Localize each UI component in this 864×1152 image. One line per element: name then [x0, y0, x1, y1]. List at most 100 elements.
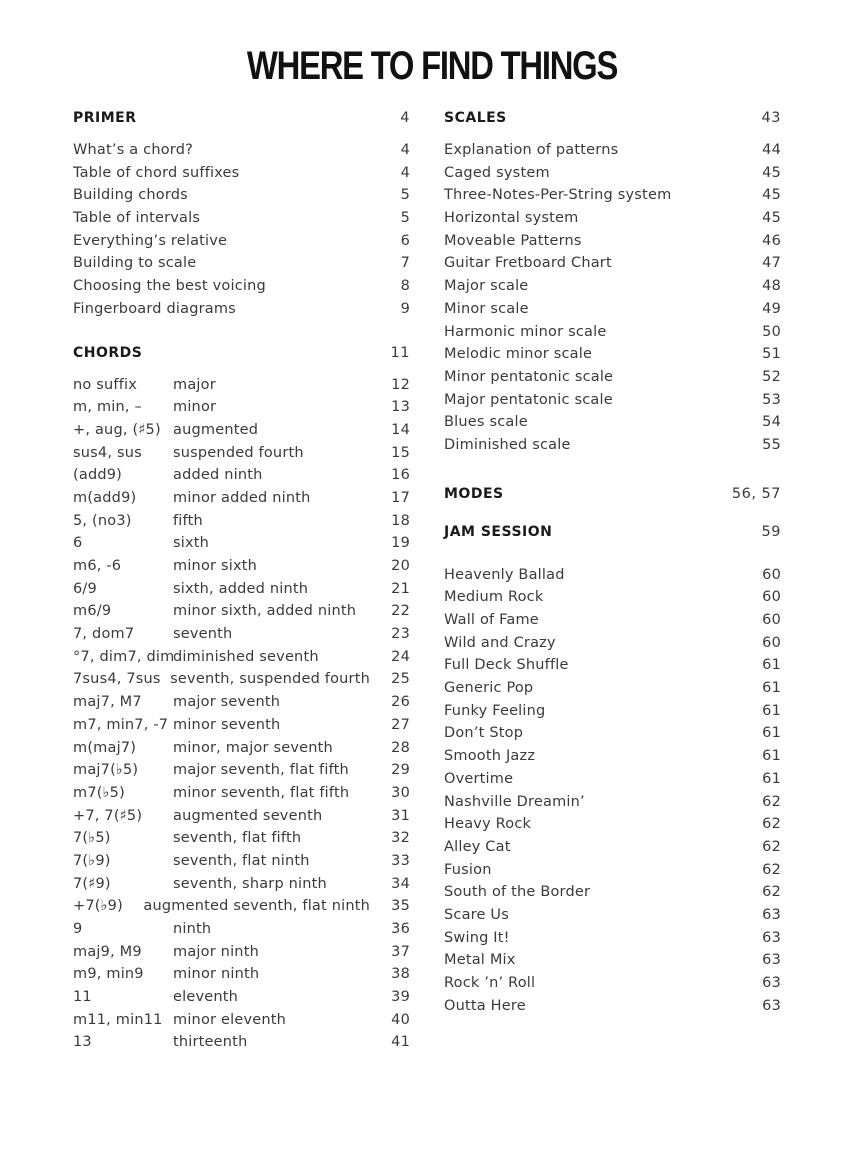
chord-entry[interactable]: 7(♭5) seventh, flat fifth 32 — [73, 827, 410, 850]
toc-entry[interactable]: Minor pentatonic scale 52 — [444, 366, 781, 389]
chord-entry[interactable]: 7, dom7 seventh 23 — [73, 623, 410, 646]
section-heading-modes[interactable]: MODES 56, 57 — [444, 482, 781, 506]
chord-entry[interactable]: 11 eleventh 39 — [73, 986, 410, 1009]
toc-entry[interactable]: South of the Border 62 — [444, 881, 781, 904]
toc-entry[interactable]: Medium Rock 60 — [444, 586, 781, 609]
chord-entry[interactable]: 5, (no3) fifth 18 — [73, 510, 410, 533]
toc-entry[interactable]: Heavy Rock 62 — [444, 813, 781, 836]
chord-entry[interactable]: (add9) added ninth 16 — [73, 464, 410, 487]
toc-entry[interactable]: Melodic minor scale 51 — [444, 343, 781, 366]
chord-entry[interactable]: m9, min9 minor ninth 38 — [73, 963, 410, 986]
chord-entry[interactable]: 13 thirteenth 41 — [73, 1031, 410, 1054]
chord-name: minor ninth — [173, 966, 260, 983]
section-title: SCALES — [444, 110, 507, 126]
toc-entry[interactable]: Choosing the best voicing 8 — [73, 275, 410, 298]
toc-entry[interactable]: Don’t Stop 61 — [444, 722, 781, 745]
chord-entry[interactable]: m(maj7) minor, major seventh 28 — [73, 737, 410, 760]
toc-entry[interactable]: Heavenly Ballad 60 — [444, 564, 781, 587]
chord-entry[interactable]: +, aug, (♯5) augmented 14 — [73, 419, 410, 442]
section-heading-primer[interactable]: PRIMER 4 — [73, 106, 410, 130]
chord-entry[interactable]: m, min, – minor 13 — [73, 396, 410, 419]
toc-entry[interactable]: Three-Notes-Per-String system 45 — [444, 184, 781, 207]
toc-entry[interactable]: Horizontal system 45 — [444, 207, 781, 230]
toc-entry[interactable]: Full Deck Shuffle 61 — [444, 654, 781, 677]
section-heading-chords[interactable]: CHORDS 11 — [73, 341, 410, 365]
chord-entry[interactable]: 6/9 sixth, added ninth 21 — [73, 578, 410, 601]
chord-suffix: 7(♯9) — [73, 875, 111, 892]
toc-entry[interactable]: Guitar Fretboard Chart 47 — [444, 252, 781, 275]
toc-entry[interactable]: Swing It! 63 — [444, 927, 781, 950]
chord-entry[interactable]: m11, min11 minor eleventh 40 — [73, 1009, 410, 1032]
chord-entry[interactable]: +7, 7(♯5) augmented seventh 31 — [73, 805, 410, 828]
toc-entry[interactable]: Scare Us 63 — [444, 904, 781, 927]
entry-page: 53 — [762, 391, 781, 408]
chord-entry[interactable]: 7(♯9) seventh, sharp ninth 34 — [73, 873, 410, 896]
toc-entry[interactable]: Explanation of patterns 44 — [444, 139, 781, 162]
toc-entry[interactable]: Rock ’n’ Roll 63 — [444, 972, 781, 995]
toc-entry[interactable]: Smooth Jazz 61 — [444, 745, 781, 768]
chord-entry[interactable]: 9 ninth 36 — [73, 918, 410, 941]
toc-entry[interactable]: Everything’s relative 6 — [73, 230, 410, 253]
entry-page: 22 — [391, 603, 410, 620]
chord-entry[interactable]: maj9, M9 major ninth 37 — [73, 941, 410, 964]
toc-entry[interactable]: Fingerboard diagrams 9 — [73, 298, 410, 321]
chord-entry[interactable]: m7(♭5) minor seventh, flat fifth 30 — [73, 782, 410, 805]
toc-entry[interactable]: Metal Mix 63 — [444, 949, 781, 972]
chord-entry[interactable]: m(add9) minor added ninth 17 — [73, 487, 410, 510]
entry-label: Nashville Dreamin’ — [444, 793, 585, 810]
chord-suffix: maj7(♭5) — [73, 762, 139, 779]
toc-entry[interactable]: Caged system 45 — [444, 162, 781, 185]
toc-entry[interactable]: Alley Cat 62 — [444, 836, 781, 859]
toc-entry[interactable]: Major pentatonic scale 53 — [444, 389, 781, 412]
entry-label: Heavy Rock — [444, 816, 532, 833]
toc-entry[interactable]: Harmonic minor scale 50 — [444, 321, 781, 344]
section-title: JAM SESSION — [444, 523, 553, 540]
section-title: PRIMER — [73, 110, 137, 126]
chord-entry[interactable]: no suffix major 12 — [73, 374, 410, 397]
toc-entry[interactable]: Funky Feeling 61 — [444, 700, 781, 723]
toc-entry[interactable]: Wall of Fame 60 — [444, 609, 781, 632]
toc-entry[interactable]: Building to scale 7 — [73, 252, 410, 275]
chord-entry[interactable]: sus4, sus suspended fourth 15 — [73, 442, 410, 465]
chord-entry[interactable]: maj7(♭5) major seventh, flat fifth 29 — [73, 759, 410, 782]
chord-entry[interactable]: maj7, M7 major seventh 26 — [73, 691, 410, 714]
toc-entry[interactable]: Wild and Crazy 60 — [444, 632, 781, 655]
toc-entry[interactable]: Major scale 48 — [444, 275, 781, 298]
toc-entry[interactable]: Overtime 61 — [444, 768, 781, 791]
chord-entry[interactable]: 6 sixth 19 — [73, 532, 410, 555]
chord-name: seventh — [173, 626, 233, 643]
toc-entry[interactable]: Nashville Dreamin’ 62 — [444, 791, 781, 814]
chord-entry[interactable]: m6, -6 minor sixth 20 — [73, 555, 410, 578]
toc-entry[interactable]: Table of chord suffixes 4 — [73, 162, 410, 185]
chord-name: minor sixth, added ninth — [173, 603, 357, 620]
entry-label: Three-Notes-Per-String system — [444, 187, 672, 204]
chord-entry[interactable]: +7(♭9) augmented seventh, flat ninth 35 — [73, 895, 410, 918]
section-heading-scales[interactable]: SCALES 43 — [444, 106, 781, 130]
entry-label: Table of intervals — [73, 210, 201, 227]
entry-page: 41 — [391, 1034, 410, 1051]
toc-entry[interactable]: What’s a chord? 4 — [73, 139, 410, 162]
entry-label: Major scale — [444, 278, 529, 295]
chord-entry[interactable]: m7, min7, -7 minor seventh 27 — [73, 714, 410, 737]
entry-page: 13 — [391, 399, 410, 416]
toc-entry[interactable]: Diminished scale 55 — [444, 434, 781, 457]
chord-suffix: m, min, – — [73, 399, 142, 416]
toc-entry[interactable]: Table of intervals 5 — [73, 207, 410, 230]
entry-page: 24 — [391, 648, 410, 665]
toc-entry[interactable]: Blues scale 54 — [444, 411, 781, 434]
toc-entry[interactable]: Generic Pop 61 — [444, 677, 781, 700]
entry-label: Building chords — [73, 187, 188, 204]
chord-entry[interactable]: °7, dim7, dim diminished seventh 24 — [73, 646, 410, 669]
toc-entry[interactable]: Building chords 5 — [73, 184, 410, 207]
toc-entry[interactable]: Moveable Patterns 46 — [444, 230, 781, 253]
section-heading-jam-session[interactable]: JAM SESSION 59 — [444, 520, 781, 544]
toc-entry[interactable]: Fusion 62 — [444, 859, 781, 882]
chord-entry[interactable]: 7sus4, 7sus seventh, suspended fourth 25 — [73, 668, 410, 691]
chord-entry[interactable]: 7(♭9) seventh, flat ninth 33 — [73, 850, 410, 873]
entry-page: 33 — [391, 852, 410, 869]
toc-entry[interactable]: Outta Here 63 — [444, 995, 781, 1018]
toc-entry[interactable]: Minor scale 49 — [444, 298, 781, 321]
chord-entry[interactable]: m6/9 minor sixth, added ninth 22 — [73, 600, 410, 623]
entry-label: Major pentatonic scale — [444, 391, 613, 408]
chord-suffix: 9 — [73, 921, 83, 937]
